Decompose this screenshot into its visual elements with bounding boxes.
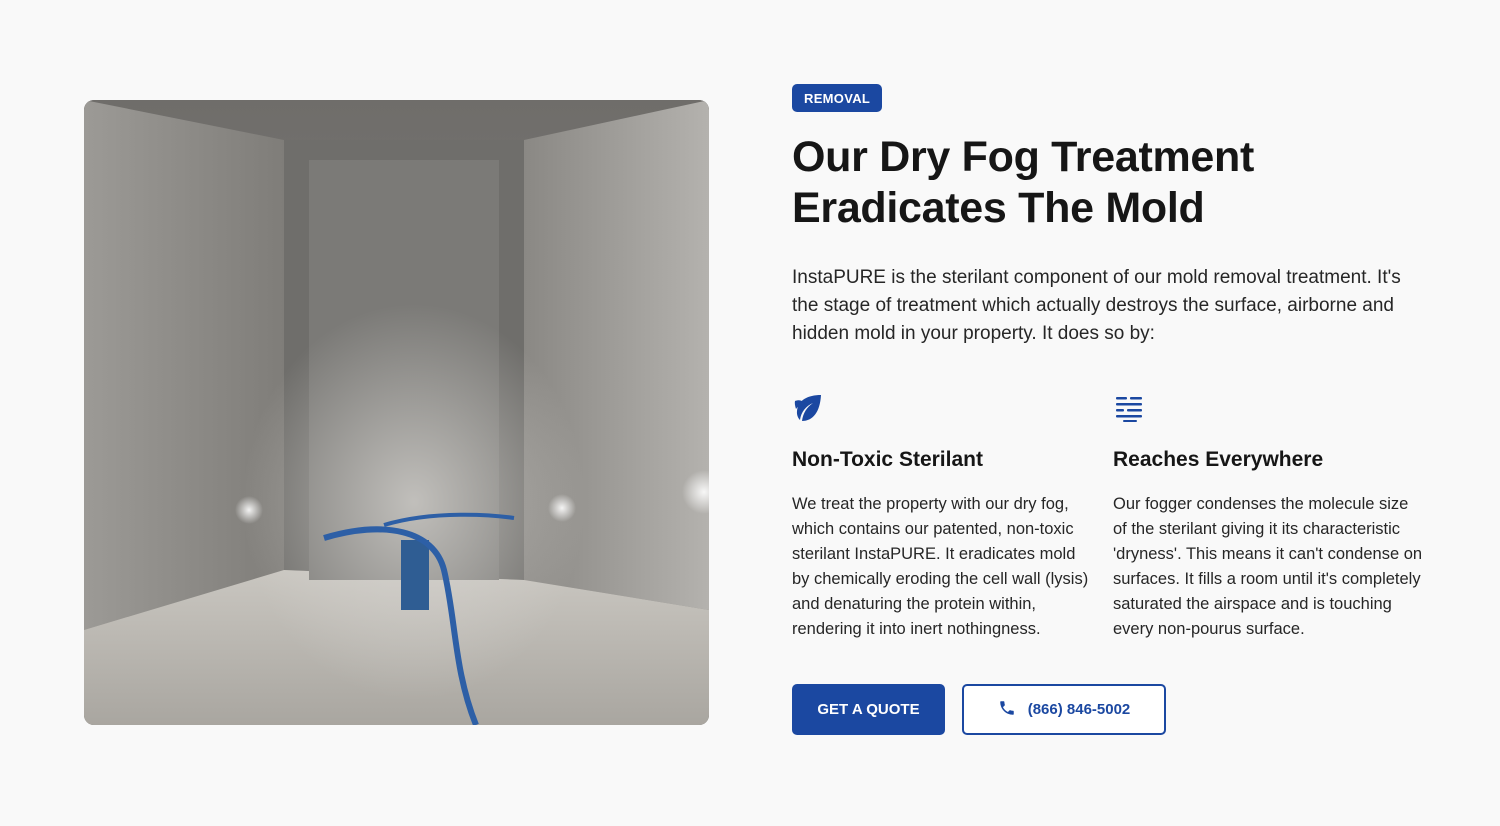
feature-list: Non-Toxic Sterilant We treat the propert… (792, 392, 1432, 642)
feature-description: We treat the property with our dry fog, … (792, 495, 1089, 638)
feature-non-toxic: Non-Toxic Sterilant We treat the propert… (792, 392, 1095, 642)
leaf-icon (792, 392, 1095, 424)
get-quote-button[interactable]: GET A QUOTE (792, 684, 945, 735)
phone-call-button[interactable]: (866) 846-5002 (962, 684, 1166, 735)
phone-icon (998, 699, 1016, 721)
cta-row: GET A QUOTE (866) 846-5002 (792, 684, 1432, 735)
fogging-photo (84, 100, 709, 725)
content-column: REMOVAL Our Dry Fog Treatment Eradicates… (792, 84, 1432, 735)
category-badge: REMOVAL (792, 84, 883, 112)
intro-paragraph: InstaPURE is the sterilant component of … (792, 267, 1401, 344)
title-line-2: Eradicates The Mold (792, 184, 1205, 232)
feature-reaches-everywhere: Reaches Everywhere Our fogger condenses … (1113, 392, 1423, 642)
feature-title: Non-Toxic Sterilant (792, 448, 983, 471)
page-title: Our Dry Fog Treatment Eradicates The Mol… (792, 132, 1432, 234)
title-line-1: Our Dry Fog Treatment (792, 133, 1254, 181)
phone-number: (866) 846-5002 (1027, 701, 1131, 718)
fog-icon (1113, 392, 1423, 424)
feature-description: Our fogger condenses the molecule size o… (1113, 495, 1423, 638)
feature-title: Reaches Everywhere (1113, 448, 1324, 471)
